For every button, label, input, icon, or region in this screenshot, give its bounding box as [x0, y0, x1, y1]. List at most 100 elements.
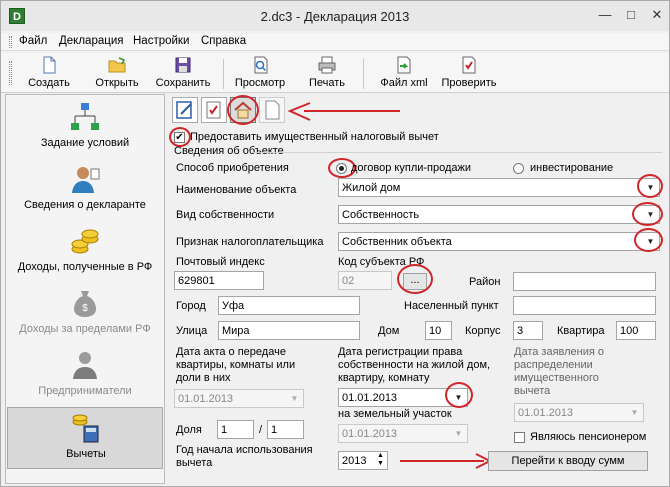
share-label: Доля — [176, 424, 202, 436]
structure-icon — [71, 103, 99, 130]
maximize-button[interactable]: □ — [619, 5, 643, 25]
house-label: Дом — [378, 325, 400, 337]
menu-settings[interactable]: Настройки — [133, 35, 189, 47]
app-date-value: 01.01.2013 — [518, 407, 574, 419]
sidebar-item-label: Доходы за пределами РФ — [19, 323, 151, 335]
close-button[interactable]: ✕ — [645, 5, 669, 25]
open-button[interactable]: Открыть — [87, 55, 147, 91]
region-code-input[interactable]: 02 — [338, 271, 392, 290]
pensioner-checkbox[interactable] — [514, 432, 525, 443]
xml-file-label: Файл xml — [380, 77, 428, 89]
svg-text:$: $ — [82, 303, 88, 314]
locality-label: Населенный пункт — [404, 300, 499, 312]
toolbar-grip — [9, 61, 12, 85]
start-year-spinner[interactable]: 2013 ▲ ▼ — [338, 451, 388, 470]
floppy-disk-icon — [175, 57, 191, 73]
toolbar-separator — [363, 59, 364, 89]
tab-blank[interactable] — [259, 97, 285, 123]
app-date-input[interactable]: 01.01.2013 ▼ — [514, 403, 644, 422]
create-label: Создать — [28, 77, 70, 89]
house-input[interactable]: 10 — [425, 321, 452, 340]
act-date-label: Дата акта о передаче квартиры, комнаты и… — [176, 346, 296, 384]
postcode-input[interactable]: 629801 — [174, 271, 264, 290]
annotation-arrow-icon — [287, 102, 400, 121]
menu-help[interactable]: Справка — [201, 35, 246, 47]
sidebar-item-income-rf[interactable]: Доходы, полученные в РФ — [7, 221, 163, 281]
app-window: D 2.dc3 - Декларация 2013 — □ ✕ Файл Дек… — [0, 0, 670, 487]
save-button[interactable]: Сохранить — [151, 55, 215, 91]
menu-file[interactable]: Файл — [19, 35, 47, 47]
check-document-icon — [462, 56, 476, 74]
minimize-button[interactable]: — — [593, 5, 617, 25]
reg-date-value: 01.01.2013 — [342, 392, 398, 404]
building-label: Корпус — [465, 325, 501, 337]
flat-label: Квартира — [557, 325, 605, 337]
object-name-label: Наименование объекта — [176, 184, 297, 196]
acquisition-method-label: Способ приобретения — [176, 162, 289, 174]
land-date-value: 01.01.2013 — [342, 428, 398, 440]
deductions-panel: ✔ Предоставить имущественный налоговый в… — [168, 94, 668, 486]
district-input[interactable] — [513, 272, 656, 291]
spinner-arrows-icon[interactable]: ▲ ▼ — [375, 452, 386, 468]
city-input[interactable]: Уфа — [218, 296, 360, 315]
object-name-select[interactable]: Жилой дом ▼ — [338, 178, 660, 197]
window-title: 2.dc3 - Декларация 2013 — [260, 9, 410, 24]
land-label: на земельный участок — [338, 408, 452, 420]
tab-social[interactable] — [201, 97, 227, 123]
locality-input[interactable] — [513, 296, 656, 315]
menu-bar: Файл Декларация Настройки Справка — [1, 33, 669, 51]
sidebar-item-entrepreneurs[interactable]: Предприниматели — [7, 345, 163, 405]
tab-standard[interactable] — [172, 97, 198, 123]
save-label: Сохранить — [155, 77, 211, 89]
start-year-label: Год начала использования вычета — [176, 444, 313, 469]
sidebar-item-conditions[interactable]: Задание условий — [7, 97, 163, 157]
pensioner-label: Являюсь пенсионером — [530, 431, 647, 443]
preview-button[interactable]: Просмотр — [229, 55, 291, 91]
taxpayer-select[interactable]: Собственник объекта ▼ — [338, 232, 660, 251]
building-input[interactable]: 3 — [513, 321, 543, 340]
district-label: Район — [469, 276, 501, 288]
ownership-value: Собственность — [342, 209, 420, 221]
edit-form-icon — [176, 101, 192, 119]
section-title: Сведения об объекте — [174, 145, 284, 157]
title-bar: D 2.dc3 - Декларация 2013 — □ ✕ — [1, 1, 669, 31]
sidebar-item-declarant[interactable]: Сведения о декларанте — [7, 159, 163, 219]
chevron-down-icon[interactable]: ▼ — [627, 405, 642, 420]
create-button[interactable]: Создать — [23, 55, 75, 91]
act-date-value: 01.01.2013 — [178, 393, 234, 405]
ownership-label: Вид собственности — [176, 209, 275, 221]
annotation-circle — [632, 202, 663, 226]
share-numerator-input[interactable]: 1 — [217, 420, 254, 439]
menu-declaration[interactable]: Декларация — [59, 35, 123, 47]
check-button[interactable]: Проверить — [437, 55, 501, 91]
print-button[interactable]: Печать — [301, 55, 353, 91]
section-divider — [252, 152, 662, 153]
blank-page-icon — [265, 100, 280, 120]
share-slash: / — [259, 424, 263, 436]
chevron-down-icon[interactable]: ▼ — [451, 426, 466, 441]
radio-investment-label: инвестирование — [530, 162, 614, 174]
flat-input[interactable]: 100 — [616, 321, 656, 340]
act-date-input[interactable]: 01.01.2013 ▼ — [174, 389, 304, 408]
sidebar-item-label: Сведения о декларанте — [24, 199, 146, 211]
sidebar-item-income-abroad[interactable]: $ Доходы за пределами РФ — [7, 283, 163, 343]
new-document-icon — [43, 56, 56, 74]
sidebar-item-label: Доходы, полученные в РФ — [17, 261, 153, 273]
reg-date-label: Дата регистрации права собственности на … — [338, 346, 491, 384]
street-input[interactable]: Мира — [218, 321, 360, 340]
radio-investment[interactable] — [513, 163, 524, 174]
xml-file-button[interactable]: Файл xml — [373, 55, 435, 91]
annotation-arrow-icon — [400, 453, 493, 469]
street-label: Улица — [176, 325, 208, 337]
sidebar-item-deductions[interactable]: Вычеты — [7, 407, 163, 469]
go-to-amounts-button[interactable]: Перейти к вводу сумм — [488, 451, 648, 471]
chevron-down-icon[interactable]: ▼ — [287, 391, 302, 406]
land-date-input[interactable]: 01.01.2013 ▼ — [338, 424, 468, 443]
ownership-select[interactable]: Собственность ▼ — [338, 205, 660, 224]
sidebar: Задание условий Сведения о декларанте До… — [5, 94, 165, 484]
toolbar: Создать Открыть Сохранить Просмотр Печат… — [1, 53, 669, 93]
annotation-circle — [227, 95, 259, 125]
share-denominator-input[interactable]: 1 — [267, 420, 304, 439]
open-folder-icon — [108, 57, 126, 73]
radio-contract-label: договор купли-продажи — [351, 162, 472, 174]
